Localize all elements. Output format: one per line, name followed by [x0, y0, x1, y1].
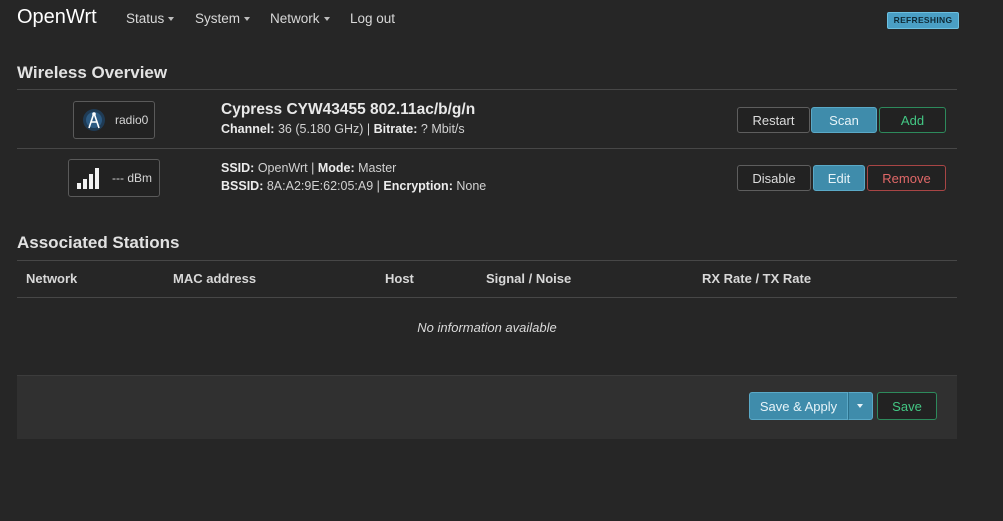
chevron-down-icon [857, 404, 863, 408]
divider [17, 89, 957, 90]
disable-button[interactable]: Disable [737, 165, 811, 191]
signal-strength: --- dBm [112, 171, 152, 185]
radio-badge: radio0 [73, 101, 155, 139]
menu-network[interactable]: Network [270, 11, 330, 26]
signal-bars-icon [77, 168, 99, 189]
radio-info: Channel: 36 (5.180 GHz) | Bitrate: ? Mbi… [221, 122, 465, 136]
save-button[interactable]: Save [877, 392, 937, 420]
menu-logout-label: Log out [350, 11, 396, 26]
scan-button[interactable]: Scan [811, 107, 877, 133]
save-apply-dropdown-toggle[interactable] [848, 392, 873, 420]
channel-value: 36 (5.180 GHz) [277, 122, 364, 136]
radio-name: radio0 [115, 113, 149, 127]
add-button[interactable]: Add [879, 107, 946, 133]
restart-button[interactable]: Restart [737, 107, 810, 133]
network-info-line2: BSSID: 8A:A2:9E:62:05:A9 | Encryption: N… [221, 179, 487, 193]
divider [17, 260, 957, 261]
radio-title: Cypress CYW43455 802.11ac/b/g/n [221, 101, 476, 118]
column-header-signal: Signal / Noise [486, 271, 572, 286]
encryption-value: None [456, 179, 487, 193]
ssid-label: SSID: [221, 161, 255, 175]
top-navbar: OpenWrt Status System Network Log out RE… [0, 0, 1003, 38]
divider [17, 148, 957, 149]
menu-status-label: Status [126, 11, 165, 26]
remove-button[interactable]: Remove [867, 165, 946, 191]
empty-table-message: No information available [417, 320, 557, 335]
channel-label: Channel: [221, 122, 275, 136]
mode-value: Master [358, 161, 397, 175]
refreshing-badge[interactable]: REFRESHING [887, 12, 959, 29]
edit-button[interactable]: Edit [813, 165, 865, 191]
chevron-down-icon [168, 17, 175, 21]
menu-logout[interactable]: Log out [350, 11, 395, 26]
column-header-network: Network [26, 271, 78, 286]
chevron-down-icon [323, 17, 330, 21]
menu-network-label: Network [270, 11, 320, 26]
associated-stations-heading: Associated Stations [17, 233, 180, 252]
divider [17, 297, 957, 298]
save-apply-button[interactable]: Save & Apply [749, 392, 848, 420]
menu-status[interactable]: Status [126, 11, 175, 26]
bitrate-value: ? Mbit/s [420, 122, 465, 136]
encryption-label: Encryption: [383, 179, 453, 193]
wifi-antenna-icon [83, 109, 105, 131]
wireless-overview-heading: Wireless Overview [17, 63, 168, 82]
bitrate-label: Bitrate: [373, 122, 418, 136]
bssid-value: 8A:A2:9E:62:05:A9 [266, 179, 374, 193]
network-badge: --- dBm [68, 159, 160, 197]
column-header-mac: MAC address [173, 271, 257, 286]
brand-logo[interactable]: OpenWrt [17, 6, 97, 29]
network-info-line1: SSID: OpenWrt | Mode: Master [221, 161, 397, 175]
menu-system[interactable]: System [195, 11, 251, 26]
bssid-label: BSSID: [221, 179, 264, 193]
mode-label: Mode: [317, 161, 355, 175]
chevron-down-icon [244, 17, 251, 21]
menu-system-label: System [195, 11, 241, 26]
ssid-value: OpenWrt [257, 161, 308, 175]
column-header-host: Host [385, 271, 414, 286]
column-header-rate: RX Rate / TX Rate [702, 271, 812, 286]
